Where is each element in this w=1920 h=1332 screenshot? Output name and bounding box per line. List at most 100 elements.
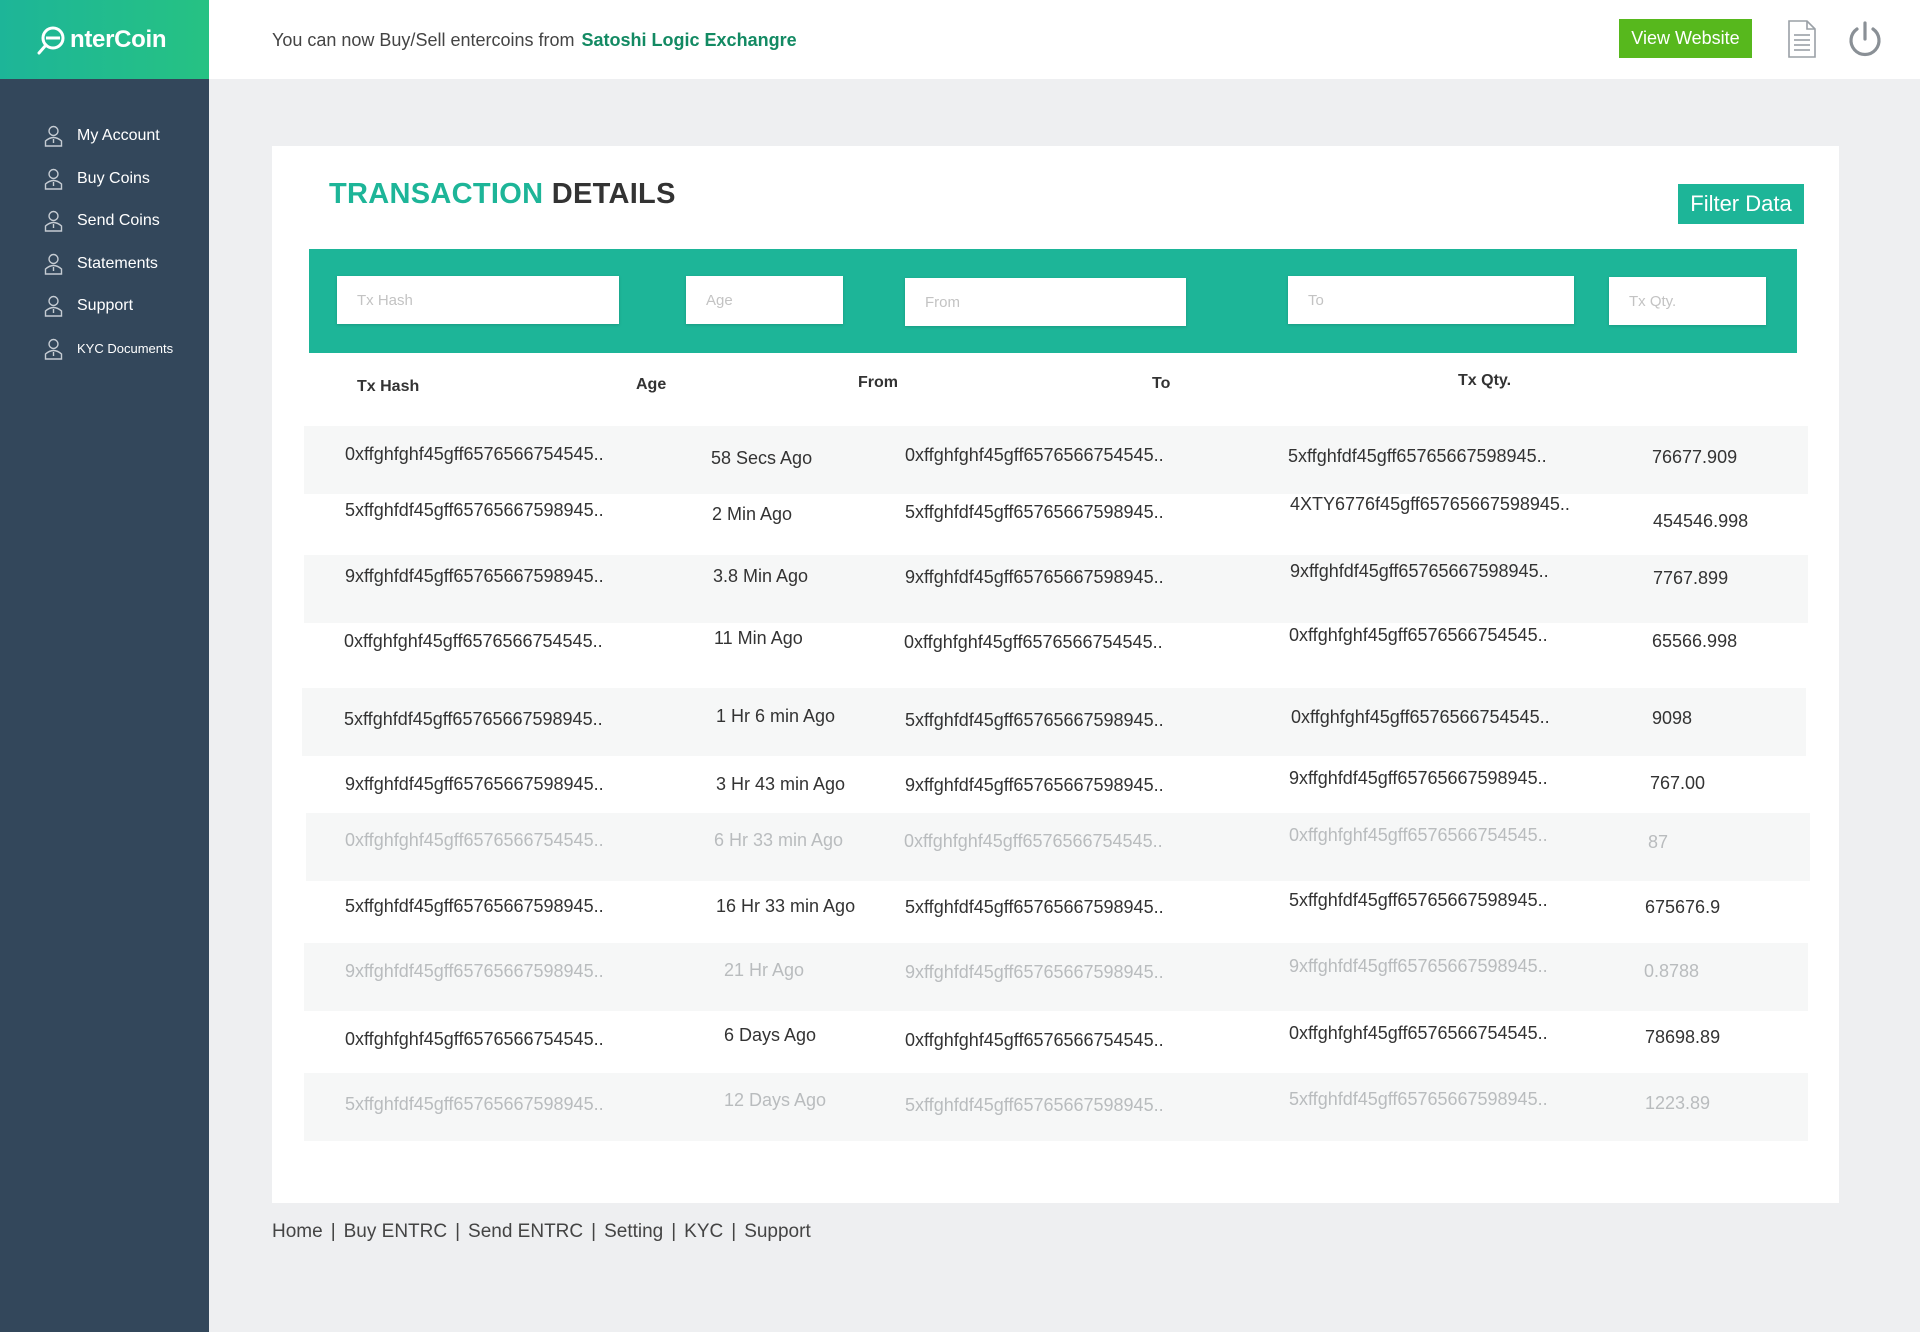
footer-separator: | xyxy=(591,1221,597,1242)
tx-hash-cell: 9xffghfdf45gff65765667598945.. xyxy=(345,774,604,794)
qty-cell: 1223.89 xyxy=(1645,1093,1711,1113)
to-filter-input[interactable] xyxy=(1288,276,1574,324)
from-cell: 5xffghfdf45gff65765667598945.. xyxy=(905,710,1164,730)
user-icon xyxy=(44,253,63,275)
sidebar-item-label: Support xyxy=(77,297,134,315)
footer-link-send-entrc[interactable]: Send ENTRC xyxy=(468,1221,583,1242)
table-row[interactable]: 9xffghfdf45gff65765667598945.. 21 Hr Ago… xyxy=(304,943,1808,1011)
sidebar: nterCoin My Account Buy Coins Send Coins… xyxy=(0,0,209,1332)
tx-hash-cell: 9xffghfdf45gff65765667598945.. xyxy=(345,566,604,586)
announcement: You can now Buy/Sell entercoins from Sat… xyxy=(272,30,797,51)
sidebar-item-send-coins[interactable]: Send Coins xyxy=(0,200,209,243)
table-row[interactable]: 0xffghfghf45gff6576566754545.. 6 Days Ag… xyxy=(304,1011,1808,1079)
user-icon xyxy=(44,168,63,190)
age-cell: 6 Hr 33 min Ago xyxy=(714,830,844,850)
qty-cell: 65566.998 xyxy=(1652,631,1738,651)
to-cell: 0xffghfghf45gff6576566754545.. xyxy=(1289,825,1548,845)
from-cell: 9xffghfdf45gff65765667598945.. xyxy=(905,567,1164,587)
sidebar-item-support[interactable]: Support xyxy=(0,285,209,328)
tx-qty-filter-input[interactable] xyxy=(1609,277,1766,325)
sidebar-item-my-account[interactable]: My Account xyxy=(0,115,209,158)
footer-link-support[interactable]: Support xyxy=(744,1221,811,1242)
page-title: TRANSACTION DETAILS xyxy=(329,178,676,211)
age-filter-input[interactable] xyxy=(686,276,843,324)
user-icon xyxy=(44,211,63,232)
logo-icon xyxy=(37,26,65,54)
user-icon xyxy=(44,296,63,317)
filter-bar xyxy=(309,249,1797,353)
from-cell: 5xffghfdf45gff65765667598945.. xyxy=(905,1095,1164,1115)
tx-hash-cell: 0xffghfghf45gff6576566754545.. xyxy=(345,830,604,850)
to-cell: 0xffghfghf45gff6576566754545.. xyxy=(1289,625,1548,645)
to-cell: 0xffghfghf45gff6576566754545.. xyxy=(1291,707,1550,727)
age-cell: 21 Hr Ago xyxy=(724,960,805,980)
age-cell: 12 Days Ago xyxy=(724,1090,827,1110)
tx-hash-cell: 5xffghfdf45gff65765667598945.. xyxy=(344,709,603,729)
footer-nav: Home | Buy ENTRC | Send ENTRC | Setting | KYC | Su… xyxy=(272,1221,811,1243)
tx-hash-cell: 0xffghfghf45gff6576566754545.. xyxy=(344,631,603,651)
sidebar-item-label: Buy Coins xyxy=(77,169,150,187)
tx-hash-cell: 5xffghfdf45gff65765667598945.. xyxy=(345,500,604,520)
sidebar-item-kyc-documents[interactable]: KYC Documents xyxy=(0,328,209,371)
to-cell: 4XTY6776f45gff65765667598945.. xyxy=(1290,494,1570,514)
filter-data-button[interactable]: Filter Data xyxy=(1678,184,1804,224)
age-cell: 6 Days Ago xyxy=(724,1025,817,1045)
footer-link-kyc[interactable]: KYC xyxy=(684,1221,723,1242)
exchange-link[interactable]: Satoshi Logic Exchangre xyxy=(582,30,797,50)
user-icon xyxy=(44,338,63,360)
to-cell: 5xffghfdf45gff65765667598945.. xyxy=(1289,1089,1548,1109)
from-cell: 0xffghfghf45gff6576566754545.. xyxy=(904,831,1163,851)
footer-separator: | xyxy=(455,1221,461,1242)
power-icon[interactable] xyxy=(1846,19,1884,59)
table-row[interactable]: 5xffghfdf45gff65765667598945.. 2 Min Ago… xyxy=(304,494,1808,562)
table-row[interactable]: 5xffghfdf45gff65765667598945.. 1 Hr 6 mi… xyxy=(302,688,1806,756)
to-cell: 0xffghfghf45gff6576566754545.. xyxy=(1289,1023,1548,1043)
column-header-age[interactable]: Age xyxy=(636,376,666,394)
from-cell: 0xffghfghf45gff6576566754545.. xyxy=(905,445,1164,465)
column-header-tx-hash[interactable]: Tx Hash xyxy=(357,378,419,396)
from-cell: 0xffghfghf45gff6576566754545.. xyxy=(904,632,1163,652)
from-cell: 0xffghfghf45gff6576566754545.. xyxy=(905,1030,1164,1050)
footer-link-buy-entrc[interactable]: Buy ENTRC xyxy=(344,1221,447,1242)
view-website-button[interactable]: View Website xyxy=(1619,19,1752,58)
footer-separator: | xyxy=(671,1221,677,1242)
title-rest: DETAILS xyxy=(551,178,676,210)
column-header-tx-qty[interactable]: Tx Qty. xyxy=(1458,372,1511,390)
user-icon xyxy=(44,126,63,147)
table-row[interactable]: 9xffghfdf45gff65765667598945.. 3.8 Min A… xyxy=(304,555,1808,623)
table-header: Tx Hash Age From To Tx Qty. xyxy=(302,368,1802,428)
sidebar-item-buy-coins[interactable]: Buy Coins xyxy=(0,158,209,201)
tx-hash-cell: 0xffghfghf45gff6576566754545.. xyxy=(345,444,604,464)
age-cell: 3.8 Min Ago xyxy=(713,566,809,586)
table-row[interactable]: 0xffghfghf45gff6576566754545.. 6 Hr 33 m… xyxy=(306,813,1810,881)
document-icon[interactable] xyxy=(1786,19,1818,59)
sidebar-item-label: Statements xyxy=(77,254,158,272)
footer-link-setting[interactable]: Setting xyxy=(604,1221,663,1242)
table-row[interactable]: 5xffghfdf45gff65765667598945.. 16 Hr 33 … xyxy=(304,884,1808,952)
tx-hash-cell: 5xffghfdf45gff65765667598945.. xyxy=(345,896,604,916)
age-cell: 16 Hr 33 min Ago xyxy=(716,896,856,916)
age-cell: 1 Hr 6 min Ago xyxy=(716,706,836,726)
column-header-from[interactable]: From xyxy=(858,374,898,392)
qty-cell: 454546.998 xyxy=(1653,511,1749,531)
sidebar-item-label: My Account xyxy=(77,127,160,145)
column-header-to[interactable]: To xyxy=(1152,375,1170,393)
top-bar: You can now Buy/Sell entercoins from Sat… xyxy=(209,0,1920,79)
to-cell: 5xffghfdf45gff65765667598945.. xyxy=(1288,446,1547,466)
to-cell: 9xffghfdf45gff65765667598945.. xyxy=(1290,561,1549,581)
table-row[interactable]: 5xffghfdf45gff65765667598945.. 12 Days A… xyxy=(304,1073,1808,1141)
table-row[interactable]: 0xffghfghf45gff6576566754545.. 58 Secs A… xyxy=(304,426,1808,494)
from-filter-input[interactable] xyxy=(905,278,1186,326)
table-row[interactable]: 0xffghfghf45gff6576566754545.. 11 Min Ag… xyxy=(304,625,1808,693)
from-cell: 9xffghfdf45gff65765667598945.. xyxy=(905,775,1164,795)
sidebar-item-statements[interactable]: Statements xyxy=(0,243,209,286)
tx-hash-cell: 0xffghfghf45gff6576566754545.. xyxy=(345,1029,604,1049)
tx-hash-filter-input[interactable] xyxy=(337,276,619,324)
from-cell: 5xffghfdf45gff65765667598945.. xyxy=(905,897,1164,917)
qty-cell: 675676.9 xyxy=(1645,897,1721,917)
announcement-text: You can now Buy/Sell entercoins from xyxy=(272,30,575,50)
brand-logo[interactable]: nterCoin xyxy=(0,0,209,79)
footer-link-home[interactable]: Home xyxy=(272,1221,323,1242)
to-cell: 9xffghfdf45gff65765667598945.. xyxy=(1289,768,1548,788)
qty-cell: 9098 xyxy=(1652,708,1693,728)
